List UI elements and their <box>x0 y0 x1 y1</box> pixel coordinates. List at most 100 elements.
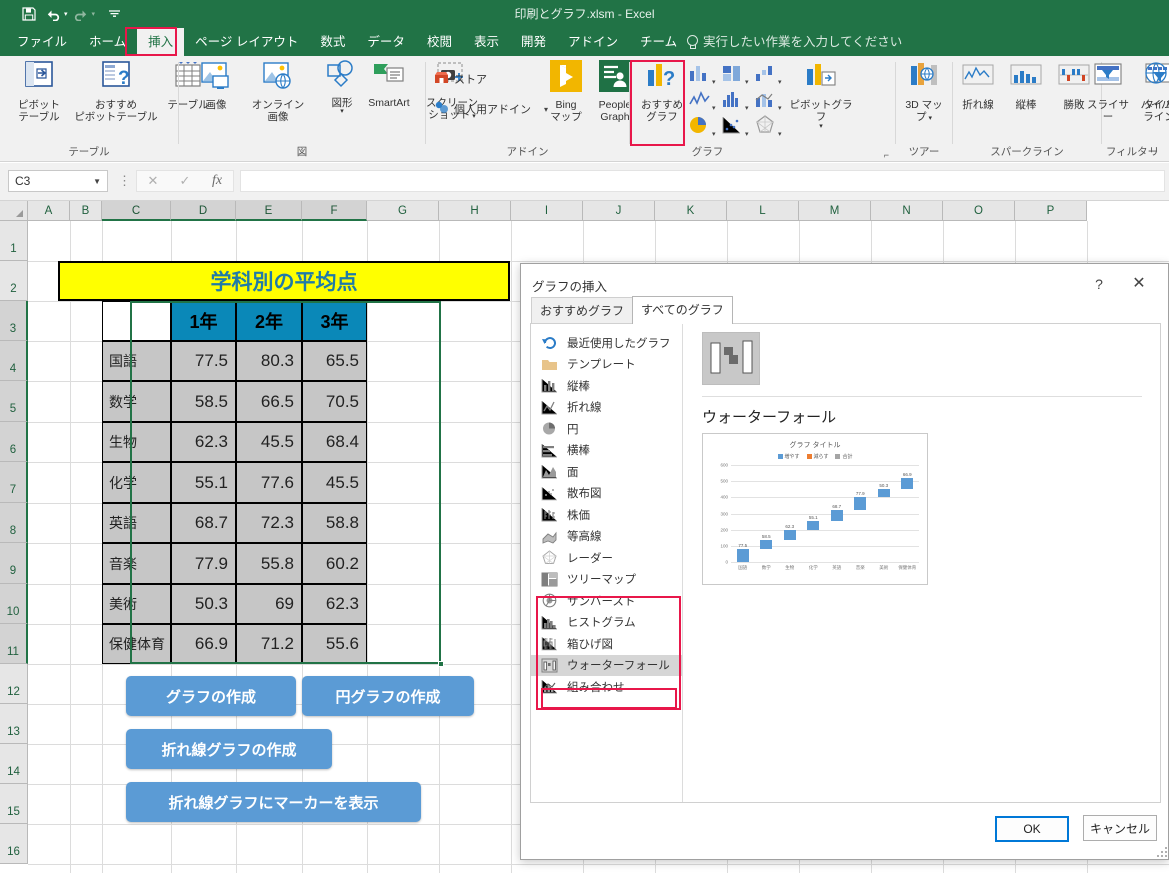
fill-handle[interactable] <box>438 661 444 667</box>
chart-type-item-1[interactable]: テンプレート <box>531 354 682 376</box>
ribbon-tab-4[interactable]: 数式 <box>309 28 356 56</box>
column-header-D[interactable]: D <box>171 201 236 221</box>
column-header-C[interactable]: C <box>102 201 171 221</box>
chart-type-item-14[interactable]: 箱ひげ図 <box>531 633 682 655</box>
smartart-button[interactable]: SmartArt <box>357 60 421 109</box>
table-header-cell[interactable] <box>102 301 171 341</box>
enter-formula-icon[interactable]: ✓ <box>169 173 201 189</box>
table-row-label[interactable]: 英語 <box>102 503 171 543</box>
ribbon-tab-6[interactable]: 校閲 <box>416 28 463 56</box>
table-cell[interactable]: 45.5 <box>302 462 367 503</box>
column-header-P[interactable]: P <box>1015 201 1087 221</box>
chart-type-item-3[interactable]: 折れ線 <box>531 397 682 419</box>
insert-column-chart-button[interactable]: ▾ <box>688 62 716 89</box>
ribbon-tab-3[interactable]: ページ レイアウト <box>184 28 309 56</box>
insert-radar-chart-button[interactable]: ▾ <box>754 114 782 141</box>
chart-type-item-13[interactable]: ヒストグラム <box>531 612 682 634</box>
table-row-label[interactable]: 化学 <box>102 462 171 503</box>
dialog-tab-1[interactable]: すべてのグラフ <box>632 296 733 324</box>
column-header-G[interactable]: G <box>367 201 439 221</box>
insert-statistic-chart-button[interactable]: ▾ <box>721 88 749 115</box>
table-row-label[interactable]: 数学 <box>102 381 171 422</box>
chevron-down-icon[interactable]: ▾ <box>311 108 373 115</box>
ribbon-tab-1[interactable]: ホーム <box>78 28 137 56</box>
table-cell[interactable]: 77.5 <box>171 341 236 381</box>
table-cell[interactable]: 70.5 <box>302 381 367 422</box>
tell-me-box[interactable]: 実行したい作業を入力してください <box>686 28 902 56</box>
column-header-N[interactable]: N <box>871 201 943 221</box>
help-icon[interactable]: ? <box>1086 273 1112 295</box>
table-row-label[interactable]: 保健体育 <box>102 624 171 664</box>
macro-button-0[interactable]: グラフの作成 <box>126 676 296 716</box>
column-header-I[interactable]: I <box>511 201 583 221</box>
chart-type-item-7[interactable]: 散布図 <box>531 483 682 505</box>
pivot-table-button[interactable]: ピボット テーブル <box>8 60 70 123</box>
chart-type-item-11[interactable]: ツリーマップ <box>531 569 682 591</box>
row-header-3[interactable]: 3 <box>0 301 28 341</box>
column-header-B[interactable]: B <box>70 201 102 221</box>
macro-button-2[interactable]: 折れ線グラフの作成 <box>126 729 332 769</box>
online-picture-button[interactable]: オンライン 画像 <box>243 60 313 123</box>
table-cell[interactable]: 66.5 <box>236 381 302 422</box>
table-row-label[interactable]: 国語 <box>102 341 171 381</box>
column-header-L[interactable]: L <box>727 201 799 221</box>
column-header-M[interactable]: M <box>799 201 871 221</box>
row-header-16[interactable]: 16 <box>0 824 28 864</box>
chart-type-item-5[interactable]: 横棒 <box>531 440 682 462</box>
table-cell[interactable]: 55.8 <box>236 543 302 584</box>
table-cell[interactable]: 50.3 <box>171 584 236 624</box>
dialog-tab-0[interactable]: おすすめグラフ <box>531 297 634 324</box>
table-header-cell[interactable]: 1年 <box>171 301 236 341</box>
row-header-14[interactable]: 14 <box>0 744 28 784</box>
hyperlink-button[interactable]: ハイパ <box>1134 60 1169 111</box>
table-cell[interactable]: 80.3 <box>236 341 302 381</box>
row-header-4[interactable]: 4 <box>0 341 28 381</box>
table-cell[interactable]: 65.5 <box>302 341 367 381</box>
cancel-formula-icon[interactable]: ✕ <box>137 173 169 189</box>
formula-bar-handle[interactable]: ⋮ <box>118 173 131 189</box>
column-header-F[interactable]: F <box>302 201 367 221</box>
chevron-down-icon[interactable]: ▾ <box>927 115 932 122</box>
insert-waterfall-chart-button[interactable]: ▾ <box>754 62 782 89</box>
row-header-6[interactable]: 6 <box>0 422 28 462</box>
insert-function-icon[interactable]: fx <box>201 173 233 189</box>
column-header-J[interactable]: J <box>583 201 655 221</box>
store-button[interactable]: ストア <box>434 70 487 88</box>
pivot-chart-button[interactable]: ピボットグラフ ▾ <box>785 60 857 130</box>
column-header-H[interactable]: H <box>439 201 511 221</box>
waterfall-thumbnail-icon[interactable] <box>702 332 760 385</box>
chart-type-item-2[interactable]: 縦棒 <box>531 375 682 397</box>
picture-button[interactable]: 画像 <box>185 60 247 111</box>
cell-title[interactable]: 学科別の平均点 <box>58 261 510 301</box>
chart-type-item-0[interactable]: 最近使用したグラフ <box>531 332 682 354</box>
ribbon-tab-5[interactable]: データ <box>356 28 416 56</box>
table-cell[interactable]: 71.2 <box>236 624 302 664</box>
row-header-9[interactable]: 9 <box>0 543 28 584</box>
table-cell[interactable]: 58.8 <box>302 503 367 543</box>
ribbon-tab-7[interactable]: 表示 <box>463 28 510 56</box>
recommended-charts-button[interactable]: ? おすすめ グラフ <box>636 60 688 123</box>
charts-dialog-launcher-icon[interactable]: ⌐ <box>884 150 889 160</box>
table-row-label[interactable]: 生物 <box>102 422 171 462</box>
close-icon[interactable]: ✕ <box>1124 273 1154 295</box>
column-header-A[interactable]: A <box>28 201 70 221</box>
select-all-corner[interactable] <box>0 201 28 221</box>
dialog-resize-grip[interactable] <box>1157 847 1167 857</box>
line-sparkline-button[interactable]: 折れ線 <box>955 60 1001 111</box>
ok-button[interactable]: OK <box>995 816 1069 842</box>
table-cell[interactable]: 62.3 <box>302 584 367 624</box>
row-header-12[interactable]: 12 <box>0 664 28 704</box>
column-header-K[interactable]: K <box>655 201 727 221</box>
table-cell[interactable]: 68.7 <box>171 503 236 543</box>
ribbon-tab-2[interactable]: 挿入 <box>137 28 185 56</box>
row-header-1[interactable]: 1 <box>0 221 28 261</box>
3d-map-button[interactable]: 3D マップ ▾ <box>893 60 955 125</box>
slicer-button[interactable]: スライサー <box>1082 60 1134 123</box>
name-box[interactable]: C3 ▼ <box>8 170 108 192</box>
table-cell[interactable]: 58.5 <box>171 381 236 422</box>
chart-type-item-12[interactable]: サンバースト <box>531 590 682 612</box>
ribbon-tab-0[interactable]: ファイル <box>6 28 78 56</box>
row-header-5[interactable]: 5 <box>0 381 28 422</box>
my-addins-button[interactable]: 個人用アドイン ▾ <box>434 100 548 118</box>
insert-line-chart-button[interactable]: ▾ <box>688 88 716 115</box>
